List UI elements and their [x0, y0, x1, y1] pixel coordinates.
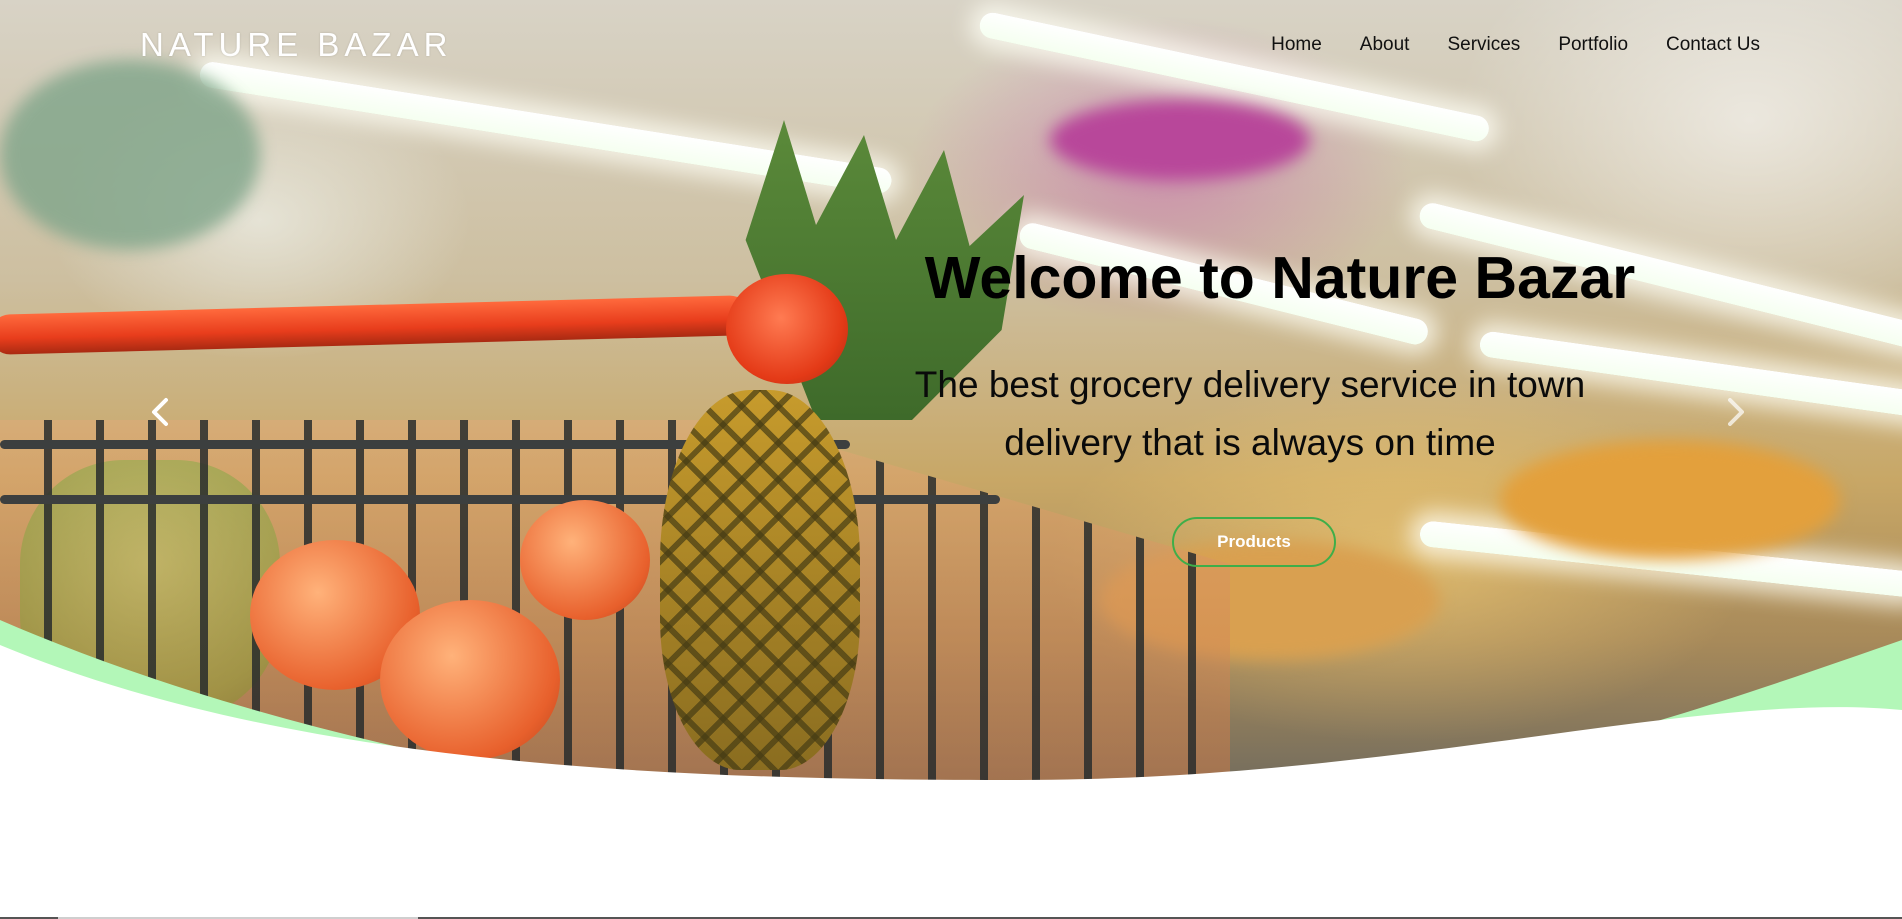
nav-item-about[interactable]: About: [1360, 34, 1410, 56]
carousel-prev-button[interactable]: [142, 392, 182, 432]
hero-subtitle: The best grocery delivery service in tow…: [0, 356, 1902, 472]
chevron-right-icon: [1728, 398, 1744, 426]
shelf-products: [0, 60, 260, 250]
products-button[interactable]: Products: [1172, 517, 1336, 567]
nav-item-home[interactable]: Home: [1271, 34, 1322, 56]
carousel-next-button[interactable]: [1716, 392, 1756, 432]
hero-subtitle-line-2: delivery that is always on time: [1004, 422, 1496, 463]
nav-item-services[interactable]: Services: [1447, 34, 1520, 56]
nav-item-portfolio[interactable]: Portfolio: [1558, 34, 1628, 56]
hero-section: NATURE BAZAR Home About Services Portfol…: [0, 0, 1902, 919]
chevron-left-icon: [152, 398, 168, 426]
hero-title: Welcome to Nature Bazar: [924, 245, 1636, 311]
nav-item-contact-us[interactable]: Contact Us: [1666, 34, 1760, 56]
hero-subtitle-line-1: The best grocery delivery service in tow…: [914, 364, 1586, 405]
brand-logo[interactable]: NATURE BAZAR: [140, 26, 452, 64]
shelf-products: [1050, 100, 1310, 180]
main-nav: Home About Services Portfolio Contact Us: [1271, 34, 1760, 56]
hero-curve: [0, 620, 1902, 919]
